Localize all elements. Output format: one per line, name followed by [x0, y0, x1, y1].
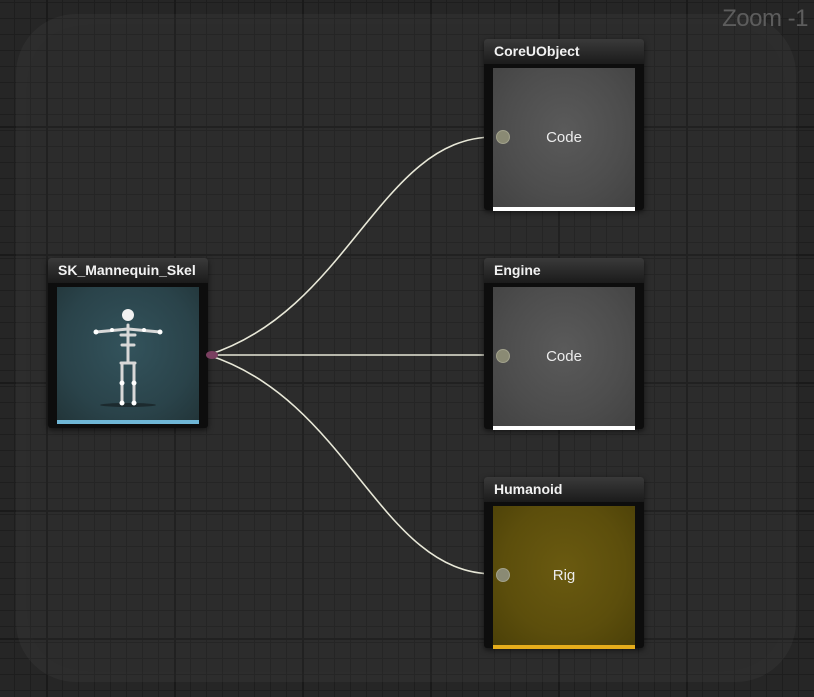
skeleton-mannequin-icon	[93, 308, 163, 407]
dependency-graph-canvas[interactable]: Zoom -1 SK_Mannequin_Skel CoreUObject Co…	[0, 0, 814, 697]
output-pin[interactable]	[206, 351, 218, 359]
node-engine[interactable]: Engine Code	[484, 258, 644, 430]
node-body-code: Code	[493, 68, 635, 207]
wire-to-coreuobject	[207, 132, 496, 356]
input-pin[interactable]	[496, 349, 510, 363]
node-title: SK_Mannequin_Skel	[48, 258, 208, 283]
node-type-bar	[493, 645, 635, 649]
node-humanoid[interactable]: Humanoid Rig	[484, 477, 644, 649]
node-thumbnail	[57, 287, 199, 420]
node-sk-mannequin-skel[interactable]: SK_Mannequin_Skel	[48, 258, 218, 428]
node-title: Humanoid	[484, 477, 644, 502]
node-type-bar	[493, 426, 635, 430]
input-pin[interactable]	[496, 130, 510, 144]
node-title: CoreUObject	[484, 39, 644, 64]
node-coreuobject[interactable]: CoreUObject Code	[484, 39, 644, 211]
input-pin[interactable]	[496, 568, 510, 582]
node-type-bar	[57, 420, 199, 424]
node-body-code: Code	[493, 287, 635, 426]
node-title: Engine	[484, 258, 644, 283]
wire-to-humanoid	[207, 354, 496, 579]
node-type-bar	[493, 207, 635, 211]
node-body-rig: Rig	[493, 506, 635, 645]
